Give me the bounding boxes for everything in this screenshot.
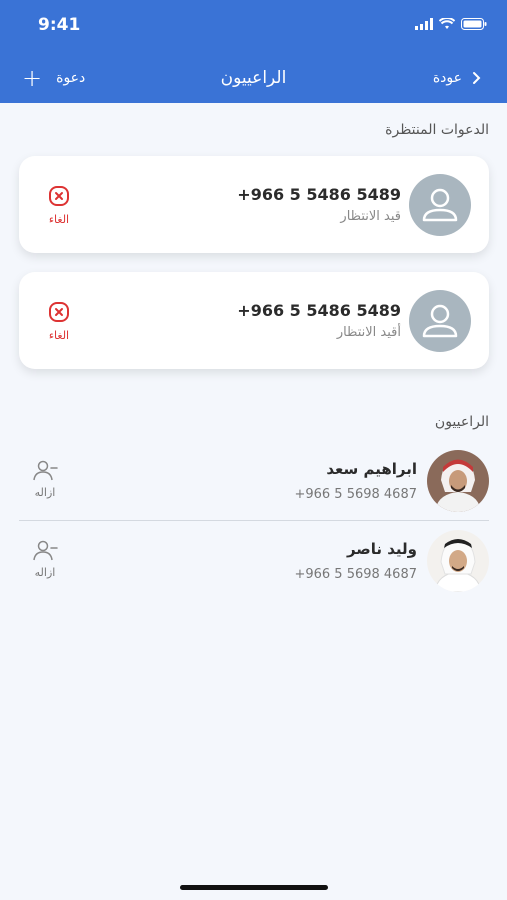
cancel-invite-button[interactable]: الغاء xyxy=(41,301,77,342)
back-button[interactable]: عودة xyxy=(433,70,481,86)
user-icon xyxy=(422,304,458,338)
invite-status: قيد الانتظار xyxy=(340,209,401,224)
sponsor-phone: +966 5 5698 4687 xyxy=(294,487,417,502)
remove-sponsor-button[interactable]: ازاله xyxy=(29,540,61,579)
home-indicator[interactable] xyxy=(180,885,328,890)
avatar-placeholder xyxy=(409,174,471,236)
remove-label: ازاله xyxy=(34,486,56,499)
cancel-invite-button[interactable]: الغاء xyxy=(41,185,77,226)
pending-invite-card: +966 5 5486 5489 أقيد الانتظار الغاء xyxy=(19,272,489,369)
user-minus-icon xyxy=(33,460,58,481)
close-icon xyxy=(49,186,69,206)
avatar xyxy=(427,450,489,512)
pending-section-title: الدعوات المنتظرة xyxy=(385,122,489,138)
sponsor-phone: +966 5 5698 4687 xyxy=(294,567,417,582)
page-title: الراعييون xyxy=(220,68,287,88)
pending-invite-card: +966 5 5486 5489 قيد الانتظار الغاء xyxy=(19,156,489,253)
avatar-placeholder xyxy=(409,290,471,352)
app-header: 9:41 + دعوة الراعييون عودة xyxy=(0,0,507,103)
cancel-label: الغاء xyxy=(48,213,70,226)
wifi-icon xyxy=(439,18,455,29)
sponsor-row: ابراهيم سعد +966 5 5698 4687 ازاله xyxy=(19,442,489,522)
user-icon xyxy=(422,188,458,222)
close-icon xyxy=(49,302,69,322)
back-label: عودة xyxy=(432,70,462,86)
invite-phone: +966 5 5486 5489 xyxy=(237,185,401,204)
sponsors-section-title: الراعييون xyxy=(434,414,489,430)
sponsor-name: ابراهيم سعد xyxy=(326,460,417,478)
invite-phone: +966 5 5486 5489 xyxy=(237,301,401,320)
user-minus-icon xyxy=(33,540,58,561)
remove-label: ازاله xyxy=(34,566,56,579)
sponsor-name: وليد ناصر xyxy=(346,540,417,558)
cancel-label: الغاء xyxy=(48,329,70,342)
sponsor-row: وليد ناصر +966 5 5698 4687 ازاله xyxy=(19,522,489,602)
avatar xyxy=(427,530,489,592)
signal-icon xyxy=(415,18,433,30)
status-time: 9:41 xyxy=(38,15,81,35)
divider xyxy=(19,520,489,521)
chevron-right-icon xyxy=(473,72,481,84)
battery-icon xyxy=(461,18,487,30)
invite-status: أقيد الانتظار xyxy=(336,325,401,340)
status-icons xyxy=(415,18,487,30)
remove-sponsor-button[interactable]: ازاله xyxy=(29,460,61,499)
